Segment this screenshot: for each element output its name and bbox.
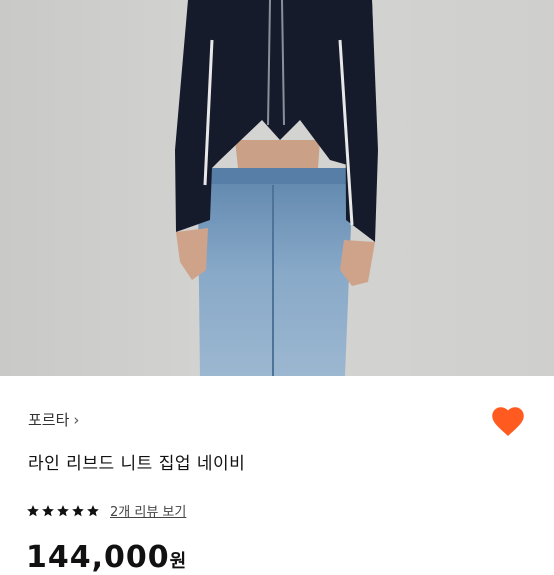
product-image[interactable]: [0, 0, 554, 376]
heart-icon[interactable]: [490, 404, 526, 438]
star-icon: [87, 504, 99, 516]
price: 144,000원: [26, 540, 187, 575]
star-icon: [42, 504, 54, 516]
review-link[interactable]: 2개 리뷰 보기: [110, 501, 186, 520]
star-icon: [27, 504, 39, 516]
product-title: 라인 리브드 니트 집업 네이비: [28, 454, 246, 474]
price-unit: 원: [169, 551, 188, 572]
price-value: 144,000: [26, 540, 170, 575]
star-icon: [57, 504, 69, 516]
chevron-right-icon: ›: [73, 410, 80, 429]
brand-link[interactable]: 포르타 ›: [28, 409, 79, 430]
star-rating: [26, 504, 100, 518]
product-info: 포르타 › 라인 리브드 니트 집업 네이비 2개 리뷰 보기 144,000원: [0, 376, 554, 575]
rating-row: 2개 리뷰 보기: [26, 501, 186, 520]
star-icon: [72, 504, 84, 516]
brand-name: 포르타: [28, 411, 70, 429]
